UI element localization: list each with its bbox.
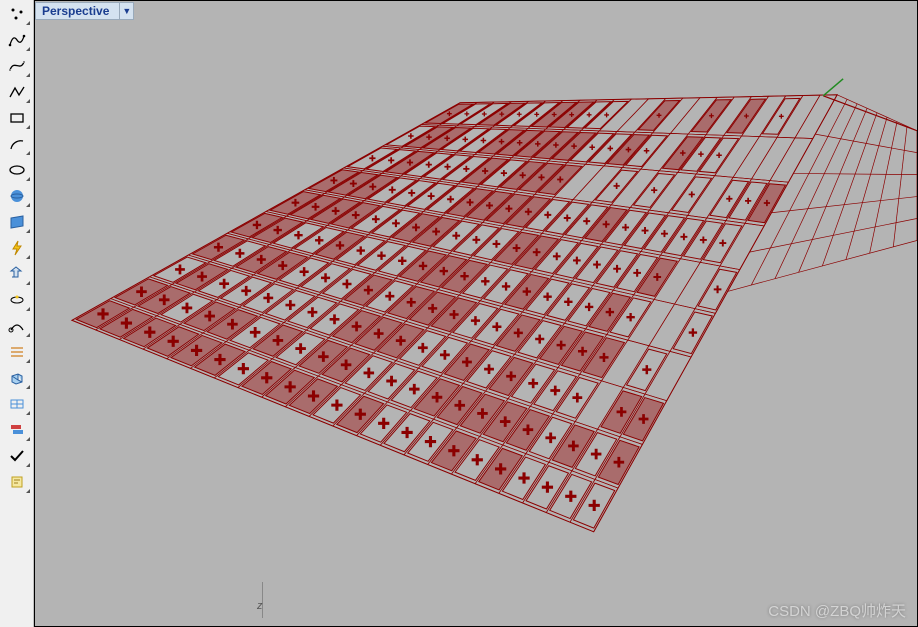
sweep-tool[interactable] [3, 314, 31, 338]
lightning-tool[interactable] [3, 236, 31, 260]
surface-tool[interactable] [3, 210, 31, 234]
box-tool[interactable] [3, 366, 31, 390]
revolve-tool[interactable] [3, 288, 31, 312]
point-tool[interactable] [3, 2, 31, 26]
rectangle-tool[interactable] [3, 106, 31, 130]
ellipse-tool[interactable] [3, 158, 31, 182]
left-toolbar [0, 0, 34, 627]
layer-tool[interactable] [3, 418, 31, 442]
mesh-tool[interactable] [3, 392, 31, 416]
curve-interp-tool[interactable] [3, 28, 31, 52]
curve-control-tool[interactable] [3, 54, 31, 78]
viewport-title-label[interactable]: Perspective [35, 2, 120, 20]
extrude-tool[interactable] [3, 262, 31, 286]
arc-tool[interactable] [3, 132, 31, 156]
viewport-perspective[interactable]: Perspective ▼ z [34, 0, 918, 627]
script-tool[interactable] [3, 470, 31, 494]
scene-3d[interactable] [35, 1, 917, 627]
viewport-dropdown-button[interactable]: ▼ [120, 2, 134, 20]
loft-tool[interactable] [3, 340, 31, 364]
check-tool[interactable] [3, 444, 31, 468]
polyline-tool[interactable] [3, 80, 31, 104]
viewport-title-bar: Perspective ▼ [35, 1, 134, 21]
axis-z-label: z [257, 600, 263, 612]
sphere-tool[interactable] [3, 184, 31, 208]
